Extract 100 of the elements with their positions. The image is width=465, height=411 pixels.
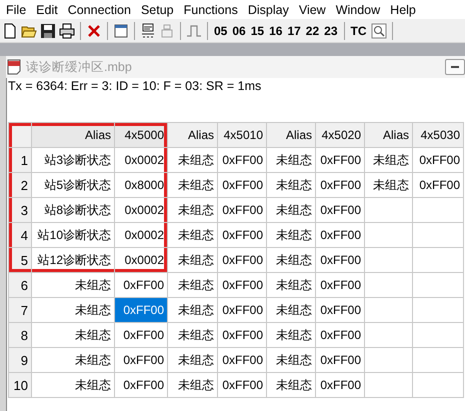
status-line: Tx = 6364: Err = 3: ID = 10: F = 03: SR = 1ms: [7, 78, 262, 95]
table-cell[interactable]: 0xFF00: [114, 348, 168, 372]
menu-item[interactable]: Window: [332, 2, 386, 16]
table-cell[interactable]: 0xFF00: [218, 172, 266, 198]
window-icon[interactable]: [113, 22, 129, 38]
table-cell[interactable]: 0xFF00: [218, 222, 266, 248]
table-cell[interactable]: 未组态: [266, 172, 316, 198]
tc-button[interactable]: TC: [350, 24, 368, 38]
function-code-button[interactable]: 16: [268, 24, 284, 38]
table-cell[interactable]: 0xFF00: [316, 172, 364, 198]
table-cell[interactable]: 0xFF00: [114, 298, 168, 322]
table-cell[interactable]: 未组态: [364, 172, 412, 198]
table-cell[interactable]: 0xFF00: [316, 272, 364, 298]
table-cell[interactable]: 未组态: [168, 348, 218, 372]
table-cell[interactable]: 0xFF00: [218, 372, 266, 398]
menu-item[interactable]: File: [2, 2, 32, 16]
table-cell[interactable]: 未组态: [168, 272, 218, 298]
table-cell[interactable]: 0x0002: [114, 222, 168, 248]
window-title: 读诊断缓冲区.mbp: [26, 58, 132, 76]
function-code-button[interactable]: 15: [250, 24, 266, 38]
table-cell[interactable]: 0x0002: [114, 198, 168, 222]
table-cell[interactable]: 0xFF00: [114, 372, 168, 398]
function-code-button[interactable]: 23: [323, 24, 339, 38]
table-cell[interactable]: 0xFF00: [412, 172, 464, 198]
table-cell[interactable]: 未组态: [168, 198, 218, 222]
pulse-icon[interactable]: [186, 22, 202, 38]
table-cell[interactable]: 未组态: [32, 272, 114, 298]
table-cell[interactable]: 0xFF00: [316, 298, 364, 322]
row-header: 2: [8, 172, 32, 198]
menu-item[interactable]: Edit: [32, 2, 64, 16]
table-cell[interactable]: 未组态: [168, 322, 218, 348]
table-cell[interactable]: 0xFF00: [412, 148, 464, 172]
table-cell[interactable]: 未组态: [266, 198, 316, 222]
function-code-button[interactable]: 17: [286, 24, 302, 38]
table-cell[interactable]: 未组态: [266, 348, 316, 372]
menu-item[interactable]: Display: [244, 2, 295, 16]
table-cell[interactable]: 0xFF00: [218, 248, 266, 272]
table-cell[interactable]: 未组态: [168, 298, 218, 322]
table-cell[interactable]: 未组态: [266, 248, 316, 272]
table-cell[interactable]: 0xFF00: [316, 198, 364, 222]
table-cell[interactable]: 未组态: [266, 222, 316, 248]
table-cell[interactable]: 0xFF00: [114, 322, 168, 348]
menu-item[interactable]: Help: [386, 2, 422, 16]
minimize-button[interactable]: [445, 59, 465, 75]
table-cell[interactable]: 未组态: [32, 348, 114, 372]
menu-item[interactable]: View: [294, 2, 332, 16]
save-icon[interactable]: [40, 22, 56, 38]
row-header: 3: [8, 198, 32, 222]
column-header: 4x5010: [218, 122, 266, 148]
corner-cell: [8, 122, 32, 148]
menu-item[interactable]: Setup: [136, 2, 180, 16]
table-cell[interactable]: 站3诊断状态: [32, 148, 114, 172]
table-cell[interactable]: 未组态: [266, 372, 316, 398]
table-cell[interactable]: 0x0002: [114, 248, 168, 272]
table-cell[interactable]: 未组态: [168, 222, 218, 248]
table-cell[interactable]: 未组态: [266, 298, 316, 322]
table-cell[interactable]: 未组态: [266, 272, 316, 298]
function-code-button[interactable]: 05: [213, 24, 228, 38]
table-cell[interactable]: 0xFF00: [316, 322, 364, 348]
menu-item[interactable]: Functions: [180, 2, 244, 16]
table-cell[interactable]: 0xFF00: [316, 348, 364, 372]
row-header: 10: [8, 372, 32, 398]
table-cell[interactable]: 0xFF00: [218, 272, 266, 298]
table-cell[interactable]: 未组态: [32, 372, 114, 398]
table-cell[interactable]: 0x0002: [114, 148, 168, 172]
table-cell[interactable]: 0xFF00: [218, 298, 266, 322]
table-cell[interactable]: 未组态: [266, 148, 316, 172]
column-header: 4x5030: [412, 122, 464, 148]
printer-icon[interactable]: [59, 22, 75, 38]
table-cell[interactable]: 0xFF00: [316, 148, 364, 172]
table-cell[interactable]: 未组态: [266, 322, 316, 348]
table-cell[interactable]: 未组态: [32, 298, 114, 322]
table-cell[interactable]: 0xFF00: [218, 148, 266, 172]
new-file-icon[interactable]: [2, 22, 18, 38]
table-cell[interactable]: 0xFF00: [316, 248, 364, 272]
table-cell[interactable]: 未组态: [168, 248, 218, 272]
table-cell[interactable]: 0xFF00: [218, 348, 266, 372]
table-cell[interactable]: 未组态: [168, 172, 218, 198]
zoom-icon[interactable]: [370, 22, 387, 38]
table-cell[interactable]: 0x8000: [114, 172, 168, 198]
row-header: 7: [8, 298, 32, 322]
table-cell[interactable]: 未组态: [168, 372, 218, 398]
function-code-button[interactable]: 22: [304, 24, 320, 38]
table-cell[interactable]: 站12诊断状态: [32, 248, 114, 272]
table-cell[interactable]: 0xFF00: [218, 322, 266, 348]
minimize-icon: [451, 66, 459, 68]
table-cell[interactable]: 0xFF00: [114, 272, 168, 298]
table-cell[interactable]: 0xFF00: [316, 222, 364, 248]
table-cell[interactable]: 站8诊断状态: [32, 198, 114, 222]
close-icon[interactable]: [86, 22, 102, 38]
table-cell[interactable]: 未组态: [32, 322, 114, 348]
table-cell[interactable]: 0xFF00: [218, 198, 266, 222]
function-code-button[interactable]: 06: [231, 24, 247, 38]
table-cell[interactable]: 未组态: [168, 148, 218, 172]
terminal-icon[interactable]: [140, 22, 156, 38]
menu-item[interactable]: Connection: [64, 2, 137, 16]
table-cell[interactable]: 未组态: [364, 148, 412, 172]
table-cell[interactable]: 0xFF00: [316, 372, 364, 398]
table-cell[interactable]: 站5诊断状态: [32, 172, 114, 198]
table-cell[interactable]: 站10诊断状态: [32, 222, 114, 248]
